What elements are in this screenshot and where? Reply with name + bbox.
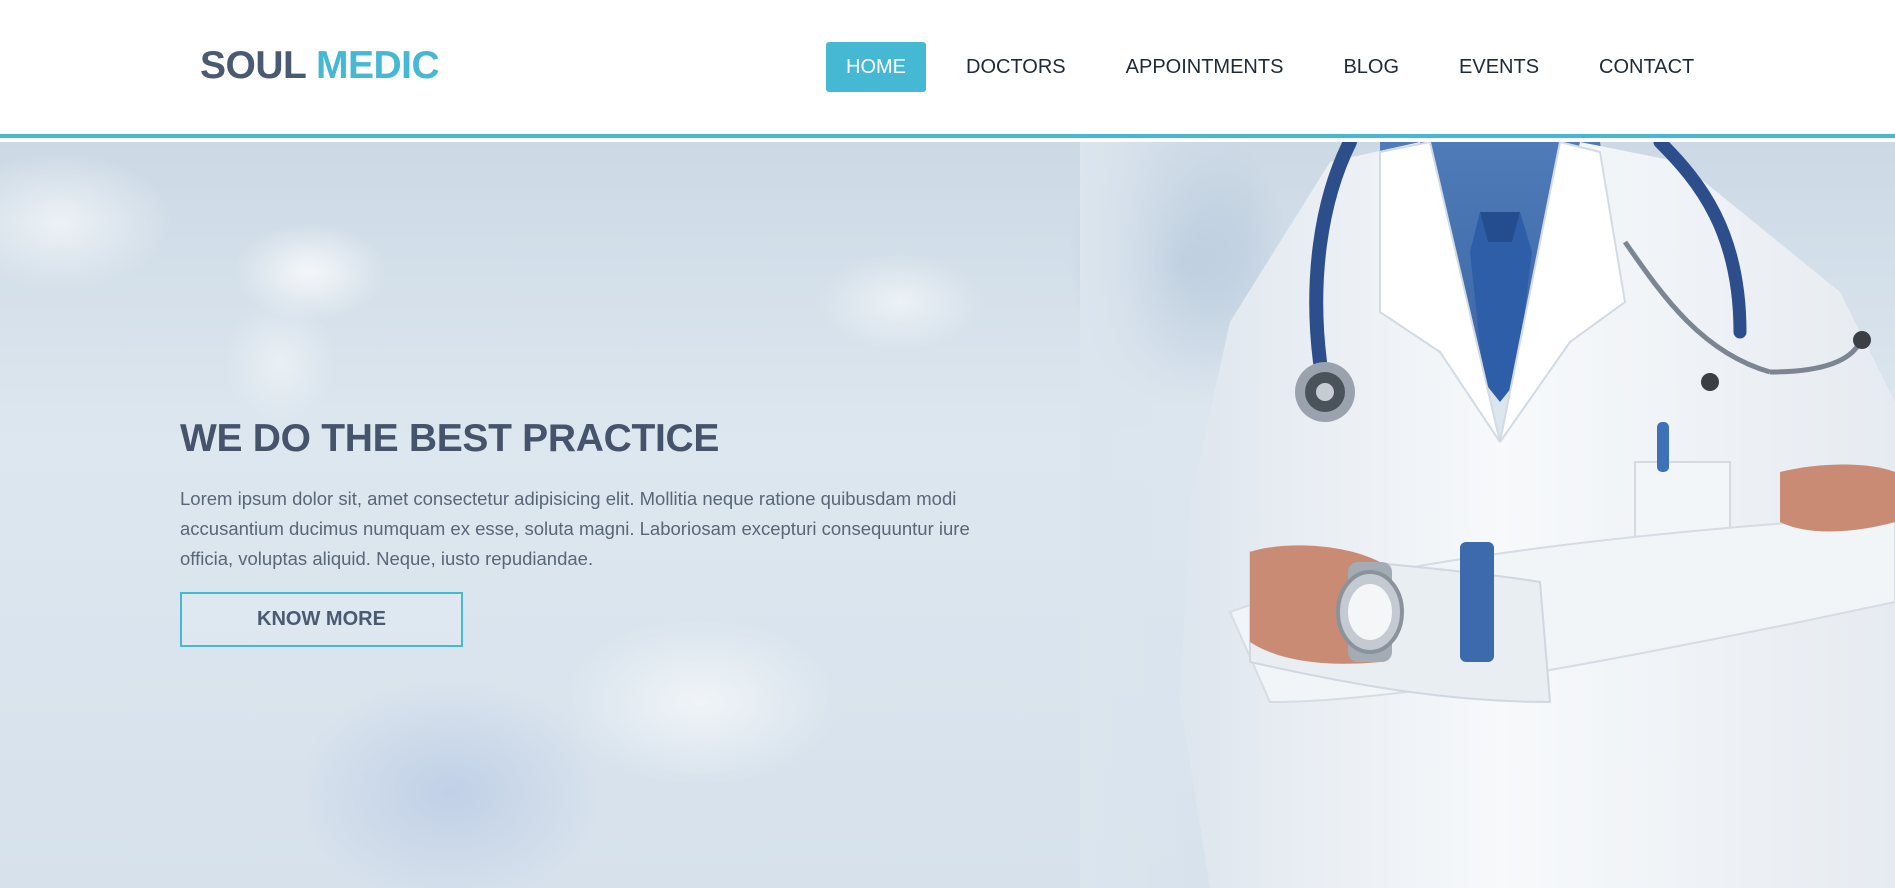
know-more-button[interactable]: KNOW MORE (180, 592, 463, 647)
logo-text-medic: MEDIC (315, 44, 440, 87)
hero-title: WE DO THE BEST PRACTICE (180, 417, 720, 460)
nav-item-appointments[interactable]: APPOINTMENTS (1106, 42, 1304, 92)
site-logo[interactable]: SOUL MEDIC (200, 44, 440, 88)
nav-item-events[interactable]: EVENTS (1439, 42, 1559, 92)
site-header: SOUL MEDIC HOME DOCTORS APPOINTMENTS BLO… (0, 0, 1895, 138)
doctor-photo (1080, 142, 1895, 888)
main-nav: HOME DOCTORS APPOINTMENTS BLOG EVENTS CO… (826, 42, 1734, 92)
hero-description: Lorem ipsum dolor sit, amet consectetur … (180, 488, 970, 569)
nav-item-blog[interactable]: BLOG (1323, 42, 1419, 92)
nav-item-doctors[interactable]: DOCTORS (946, 42, 1086, 92)
logo-text-soul: SOUL (200, 44, 306, 87)
hero-banner: WE DO THE BEST PRACTICE Lorem ipsum dolo… (0, 142, 1895, 888)
nav-item-home[interactable]: HOME (826, 42, 926, 92)
nav-item-contact[interactable]: CONTACT (1579, 42, 1714, 92)
